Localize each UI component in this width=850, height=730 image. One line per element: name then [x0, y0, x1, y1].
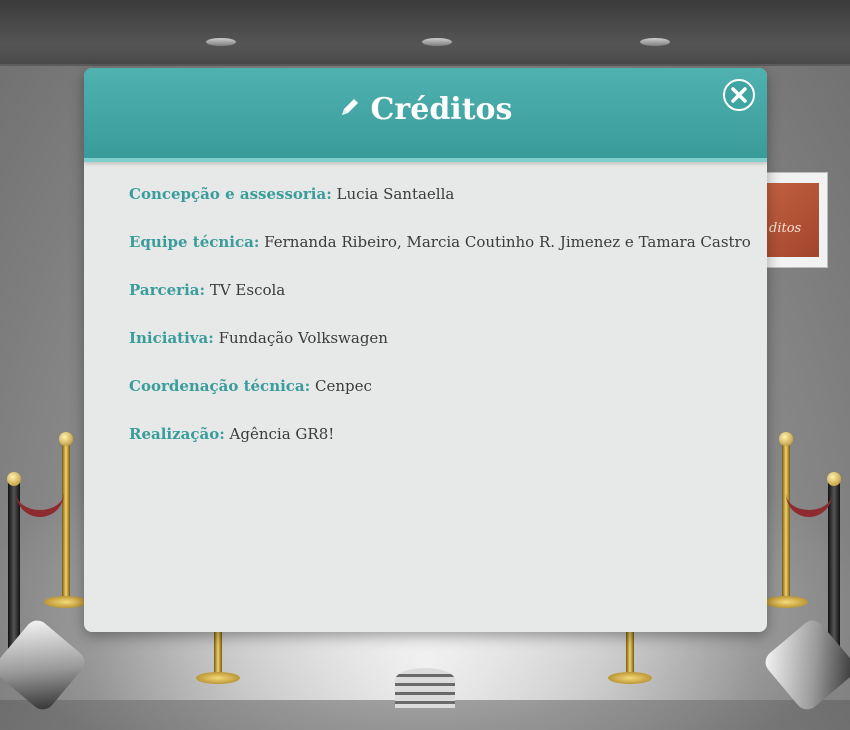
credit-label: Parceria:	[129, 281, 206, 299]
credit-label: Coordenação técnica:	[129, 377, 311, 395]
credit-label: Realização:	[129, 425, 225, 443]
credit-label: Concepção e assessoria:	[129, 185, 332, 203]
credit-row: Iniciativa: Fundação Volkswagen	[129, 328, 729, 376]
ceiling-lamp	[206, 38, 236, 46]
gallery-ceiling	[0, 0, 850, 66]
stanchion-base	[764, 596, 808, 608]
dialog-title-text: Créditos	[370, 92, 513, 127]
credit-row: Parceria: TV Escola	[129, 280, 729, 328]
velvet-rope	[786, 470, 832, 517]
pencil-icon	[339, 91, 361, 126]
dialog-header: Créditos	[84, 68, 767, 162]
velvet-rope	[16, 470, 64, 517]
close-icon	[731, 87, 747, 103]
credits-dialog: Créditos Concepção e assessoria: Lucia S…	[84, 68, 767, 632]
stanchion-top	[59, 432, 73, 446]
credit-row: Concepção e assessoria: Lucia Santaella	[129, 184, 729, 232]
ceiling-lamp	[640, 38, 670, 46]
wall-picture: ditos	[761, 183, 819, 257]
close-button[interactable]	[723, 79, 755, 111]
credit-row: Coordenação técnica: Cenpec	[129, 376, 729, 424]
credit-value: TV Escola	[209, 281, 286, 299]
dialog-title: Créditos	[84, 92, 767, 127]
gold-stanchion	[62, 440, 70, 600]
black-stanchion-right	[828, 480, 840, 660]
stanchion-base	[196, 672, 240, 684]
black-stanchion-left	[8, 480, 20, 660]
credit-value: Fernanda Ribeiro, Marcia Coutinho R. Jim…	[264, 233, 751, 251]
credit-value: Agência GR8!	[229, 425, 335, 443]
ceiling-lamp	[422, 38, 452, 46]
stanchion-top	[779, 432, 793, 446]
credit-row: Equipe técnica: Fernanda Ribeiro, Marcia…	[129, 232, 751, 280]
spotlight-center	[395, 668, 455, 708]
gold-stanchion	[782, 440, 790, 600]
credit-label: Equipe técnica:	[129, 233, 260, 251]
credit-value: Fundação Volkswagen	[218, 329, 388, 347]
credit-value: Lucia Santaella	[336, 185, 455, 203]
credit-label: Iniciativa:	[129, 329, 214, 347]
stanchion-base	[608, 672, 652, 684]
frame-text: ditos	[769, 221, 802, 236]
credit-row: Realização: Agência GR8!	[129, 424, 729, 472]
credits-list: Concepção e assessoria: Lucia Santaella …	[129, 184, 751, 472]
credit-value: Cenpec	[314, 377, 372, 395]
stanchion-base	[44, 596, 88, 608]
